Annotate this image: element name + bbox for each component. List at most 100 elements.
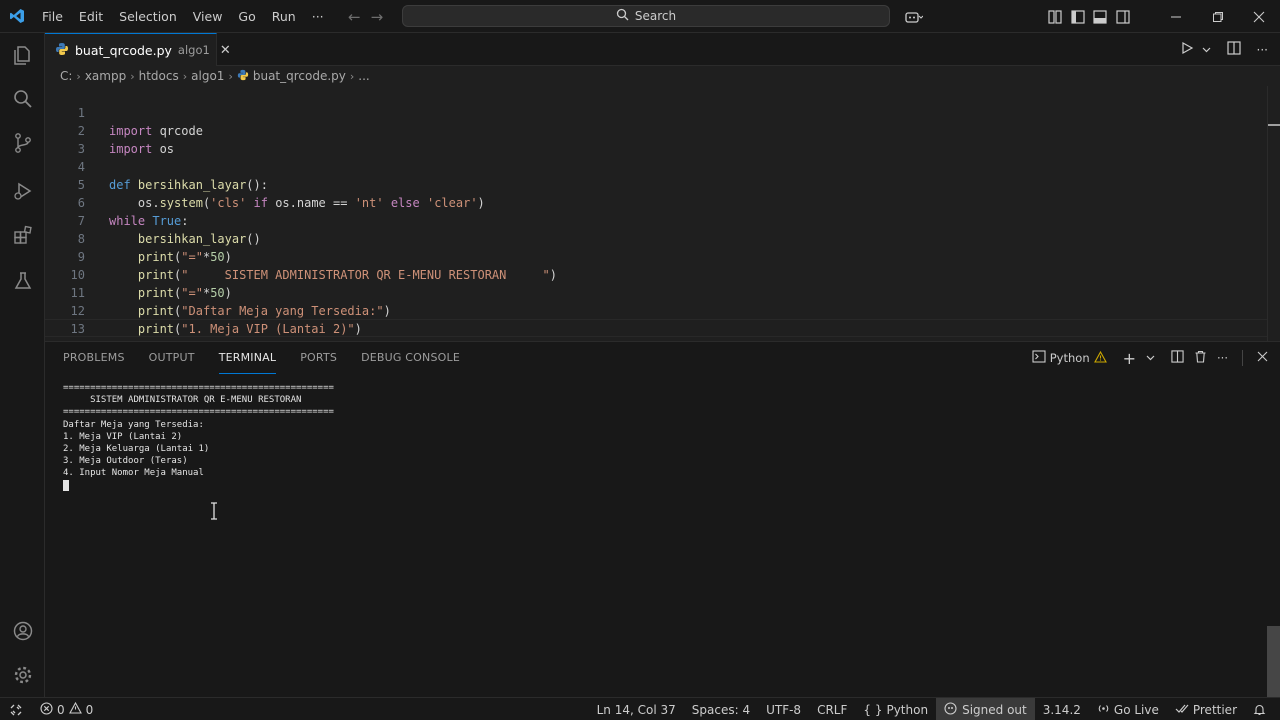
search-label: Search [634,9,677,23]
breadcrumb-htdocs[interactable]: htdocs [139,69,179,83]
source-control-icon[interactable] [0,121,45,165]
python-interpreter[interactable]: 3.14.2 [1035,698,1089,720]
error-count: 0 [57,702,65,717]
code-line: 4 def bersihkan_layar(): [45,140,1267,192]
code-editor[interactable]: 1 import qrcode 2 import os 3 4 def bers… [45,86,1267,341]
scrollbar-marker [1268,124,1280,126]
tab-debug-console[interactable]: DEBUG CONSOLE [361,342,460,374]
new-terminal-plus-icon[interactable]: + [1123,349,1136,368]
breadcrumb-symbols[interactable]: ... [358,69,369,83]
remote-indicator-icon[interactable] [0,698,32,720]
terminal-scrollbar[interactable] [1267,626,1280,698]
end-of-line[interactable]: CRLF [809,698,855,720]
testing-icon[interactable] [0,259,45,303]
forward-arrow-icon[interactable]: → [371,8,384,26]
terminal-profile[interactable]: Python [1032,350,1107,366]
breadcrumb-xampp[interactable]: xampp [85,69,126,83]
status-left: 0 0 [0,698,101,720]
extensions-icon[interactable] [0,213,45,257]
indentation[interactable]: Spaces: 4 [684,698,758,720]
double-check-icon [1175,703,1189,717]
chevron-right-icon: › [130,69,135,83]
title-bar-controls [900,0,1280,33]
panel-more-icon[interactable]: ··· [1217,351,1228,365]
menu-bar: File Edit Selection View Go Run ··· [34,0,332,33]
back-arrow-icon[interactable]: ← [348,8,361,26]
tab-close-icon[interactable]: ✕ [220,43,231,58]
terminal-line: 2. Meja Keluarga (Lantai 1) [63,444,210,455]
run-debug-icon[interactable] [0,169,45,213]
python-file-icon [237,69,249,84]
encoding[interactable]: UTF-8 [758,698,809,720]
language-label: Python [886,702,929,717]
code-line-current: 14 print("3. Meja Outdoor (Teras)") [45,319,1267,341]
tab-output[interactable]: OUTPUT [149,342,195,374]
run-dropdown-chevron-icon[interactable] [1202,43,1211,57]
language-mode[interactable]: { } Python [855,698,936,720]
prettier-label: Prettier [1192,702,1237,717]
editor-tab-bar: buat_qrcode.py algo1 ✕ ··· [45,33,1280,66]
run-python-file-icon[interactable] [1180,41,1194,58]
toggle-primary-sidebar-icon[interactable] [1066,5,1089,29]
tab-buat-qrcode[interactable]: buat_qrcode.py algo1 ✕ [45,33,231,66]
cursor-position[interactable]: Ln 14, Col 37 [589,698,684,720]
terminal-line: SISTEM ADMINISTRATOR QR E-MENU RESTORAN [63,395,302,406]
trash-icon[interactable] [1194,350,1207,366]
accounts-icon[interactable] [0,609,45,653]
customize-layout-icon[interactable] [1044,5,1067,29]
terminal-line: ========================================… [63,407,334,418]
menu-file[interactable]: File [34,0,71,33]
prettier-status[interactable]: Prettier [1167,698,1245,720]
account-status[interactable]: Signed out [936,698,1035,720]
restore-icon[interactable] [1197,5,1239,29]
code-line: 7 bersihkan_layar() [45,194,1267,246]
menu-view[interactable]: View [185,0,231,33]
command-center-search[interactable]: Search [402,5,890,27]
tab-problems[interactable]: PROBLEMS [63,342,125,374]
terminal-output[interactable]: ========================================… [63,382,334,492]
chevron-right-icon: › [76,69,81,83]
python-file-icon [55,42,69,59]
warning-icon [1093,350,1107,366]
terminal-dropdown-chevron-icon[interactable] [1146,351,1155,365]
editor-actions: ··· [1180,33,1268,66]
close-panel-icon[interactable] [1257,351,1268,365]
navigation-arrows: ← → [348,0,383,33]
explorer-icon[interactable] [0,33,45,77]
menu-more[interactable]: ··· [304,0,332,33]
go-live[interactable]: Go Live [1089,698,1167,720]
tab-folder: algo1 [177,43,210,57]
code-line: 12 print("1. Meja VIP (Lantai 2)") [45,284,1267,336]
problems-status[interactable]: 0 0 [32,698,101,720]
close-window-icon[interactable] [1238,5,1280,29]
toggle-panel-icon[interactable] [1089,5,1112,29]
chevron-right-icon: › [182,69,188,83]
manage-gear-icon[interactable] [0,653,45,697]
breadcrumb-algo1[interactable]: algo1 [191,69,224,83]
code-line: 9 print(" SISTEM ADMINISTRATOR QR E-MENU… [45,230,1267,282]
split-editor-icon[interactable] [1226,41,1241,58]
terminal-line: 1. Meja VIP (Lantai 2) [63,431,183,442]
braces-icon: { } [863,702,883,717]
editor-scrollbar[interactable] [1267,86,1280,341]
code-line: 5 os.system('cls' if os.name == 'nt' els… [45,158,1267,210]
menu-run[interactable]: Run [264,0,304,33]
breadcrumb-drive[interactable]: C: [60,69,72,83]
notifications-bell-icon[interactable] [1245,698,1274,720]
warning-icon [68,701,82,717]
more-actions-icon[interactable]: ··· [1257,43,1268,57]
search-view-icon[interactable] [0,77,45,121]
copilot-icon[interactable] [900,5,928,29]
menu-selection[interactable]: Selection [111,0,185,33]
toggle-secondary-sidebar-icon[interactable] [1112,5,1135,29]
warning-count: 0 [85,702,94,717]
tab-ports[interactable]: PORTS [300,342,337,374]
menu-go[interactable]: Go [230,0,263,33]
split-terminal-icon[interactable] [1171,350,1184,366]
tab-terminal[interactable]: TERMINAL [218,342,277,374]
menu-edit[interactable]: Edit [71,0,111,33]
code-line: 2 import os [45,104,1267,156]
minimize-icon[interactable] [1155,5,1197,29]
breadcrumb-file[interactable]: buat_qrcode.py [253,69,346,83]
error-icon [40,701,53,718]
